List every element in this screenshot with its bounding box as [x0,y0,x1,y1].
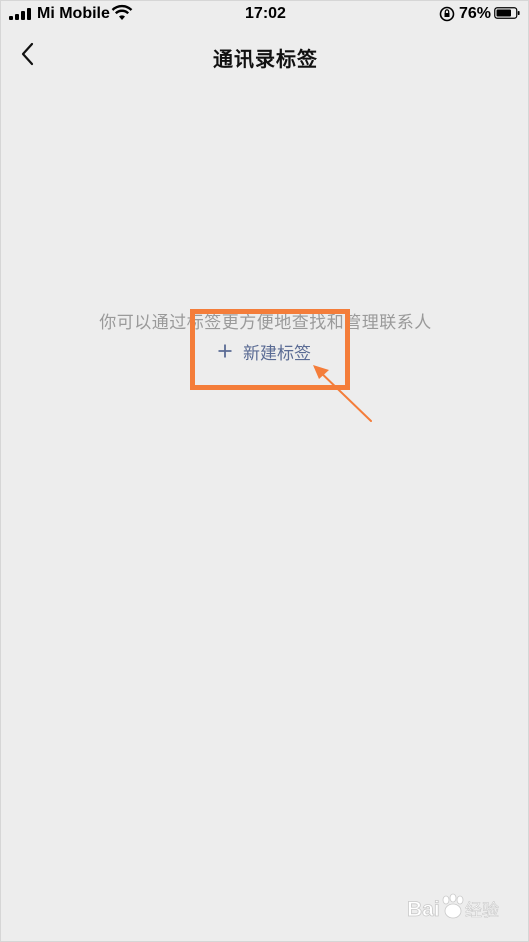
annotation-arrow-icon [313,365,372,422]
battery-icon [494,7,520,19]
svg-text:Bai: Bai [407,898,440,921]
page-title: 通讯录标签 [213,47,318,71]
navigation-bar: 通讯录标签 [1,27,529,83]
app-screen: Mi Mobile 17:02 76% 通讯录标签 你可以通过标签更方便地查找和… [0,0,529,942]
svg-text:经验: 经验 [465,901,499,921]
rotation-lock-icon [439,6,455,22]
battery-percentage: 76% [459,5,492,22]
status-bar: Mi Mobile 17:02 76% [1,1,529,27]
baidu-watermark-logo: Bai 经验 [407,893,499,921]
